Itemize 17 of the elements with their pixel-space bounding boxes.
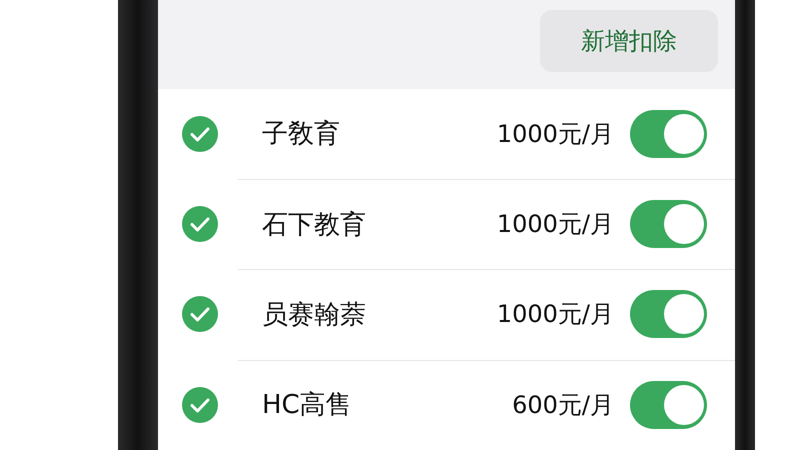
check-icon[interactable] [182, 386, 218, 423]
deduction-name: HC高售 [262, 389, 353, 422]
deduction-amount: 1000元/月 [496, 118, 614, 150]
deduction-amount: 600元/月 [512, 390, 614, 421]
toggle-switch[interactable] [630, 290, 707, 338]
check-icon[interactable] [182, 206, 218, 242]
deduction-name: 员赛翰萘 [262, 298, 367, 332]
deduction-name: 子敎育 [262, 118, 341, 152]
deduction-name: 石下教育 [262, 208, 367, 242]
deduction-amount: 1000元/月 [496, 299, 614, 330]
check-icon[interactable] [182, 116, 218, 152]
toggle-switch[interactable] [630, 110, 707, 158]
toggle-switch[interactable] [630, 200, 707, 248]
deduction-amount: 1000元/月 [496, 209, 614, 240]
toggle-switch[interactable] [630, 380, 707, 429]
check-icon[interactable] [182, 296, 218, 332]
add-deduction-button[interactable]: 新增扣除 [540, 10, 718, 72]
